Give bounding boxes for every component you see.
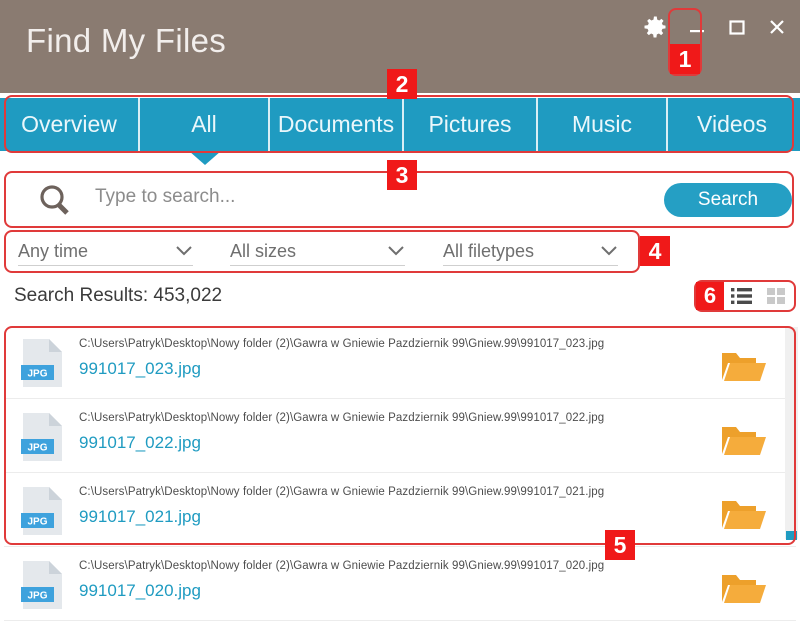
filter-row: Any time All sizes All filetypes <box>0 232 800 272</box>
file-name[interactable]: 991017_023.jpg <box>79 359 669 379</box>
jpg-file-icon: JPG <box>20 486 64 541</box>
tab-label: All <box>191 111 217 137</box>
file-path: C:\Users\Patryk\Desktop\Nowy folder (2)\… <box>79 486 605 498</box>
filter-size-select[interactable]: All sizes <box>230 236 405 266</box>
close-icon[interactable] <box>764 14 790 40</box>
filter-size-value: All sizes <box>230 241 297 261</box>
tab-documents[interactable]: Documents <box>268 98 402 151</box>
gear-icon[interactable] <box>640 12 670 42</box>
svg-text:JPG: JPG <box>27 517 47 528</box>
search-button[interactable]: Search <box>664 183 792 217</box>
row-text: C:\Users\Patryk\Desktop\Nowy folder (2)\… <box>79 338 669 379</box>
view-toggle <box>727 283 792 309</box>
tab-overview[interactable]: Overview <box>0 98 138 151</box>
table-row[interactable]: JPG C:\Users\Patryk\Desktop\Nowy folder … <box>4 473 796 547</box>
table-row[interactable]: JPG C:\Users\Patryk\Desktop\Nowy folder … <box>4 399 796 473</box>
open-folder-icon[interactable] <box>720 569 768 607</box>
file-path: C:\Users\Patryk\Desktop\Nowy folder (2)\… <box>79 338 605 350</box>
filter-filetype-select[interactable]: All filetypes <box>443 236 618 266</box>
svg-text:JPG: JPG <box>27 369 47 380</box>
grid-icon[interactable] <box>762 283 792 309</box>
chevron-down-icon <box>387 244 405 262</box>
app-title: Find My Files <box>26 22 227 59</box>
tab-videos[interactable]: Videos <box>666 98 796 151</box>
tab-label: Overview <box>21 111 117 137</box>
tab-all[interactable]: All <box>138 98 268 151</box>
row-text: C:\Users\Patryk\Desktop\Nowy folder (2)\… <box>79 560 669 601</box>
jpg-file-icon: JPG <box>20 560 64 615</box>
filter-time-select[interactable]: Any time <box>18 236 193 266</box>
tab-bar: Overview All Documents Pictures Music Vi… <box>0 98 800 151</box>
minimize-icon[interactable] <box>684 14 710 40</box>
search-input[interactable] <box>95 186 635 208</box>
results-count-label: Search Results: 453,022 <box>14 285 223 306</box>
filter-time-value: Any time <box>18 241 89 261</box>
search-bar: Search <box>0 172 800 229</box>
tab-pictures[interactable]: Pictures <box>402 98 536 151</box>
svg-text:JPG: JPG <box>27 443 47 454</box>
annotation-badge-6: 6 <box>696 282 724 310</box>
jpg-file-icon: JPG <box>20 338 64 393</box>
filter-filetype-value: All filetypes <box>443 241 535 261</box>
file-name[interactable]: 991017_021.jpg <box>79 507 669 527</box>
row-text: C:\Users\Patryk\Desktop\Nowy folder (2)\… <box>79 486 669 527</box>
chevron-down-icon <box>600 244 618 262</box>
table-row[interactable]: JPG C:\Users\Patryk\Desktop\Nowy folder … <box>4 325 796 399</box>
open-folder-icon[interactable] <box>720 421 768 459</box>
file-path: C:\Users\Patryk\Desktop\Nowy folder (2)\… <box>79 412 605 424</box>
tab-label: Music <box>571 111 633 137</box>
open-folder-icon[interactable] <box>720 495 768 533</box>
window-controls <box>640 12 790 42</box>
jpg-file-icon: JPG <box>20 412 64 467</box>
file-path: C:\Users\Patryk\Desktop\Nowy folder (2)\… <box>79 560 605 572</box>
list-icon[interactable] <box>727 283 757 309</box>
active-tab-indicator <box>189 151 221 165</box>
table-row[interactable]: JPG C:\Users\Patryk\Desktop\Nowy folder … <box>4 547 796 621</box>
title-bar: Find My Files <box>0 0 800 93</box>
file-name[interactable]: 991017_020.jpg <box>79 581 669 601</box>
scrollbar-thumb[interactable] <box>786 531 797 540</box>
tab-label: Documents <box>277 111 395 137</box>
tab-label: Videos <box>697 111 767 137</box>
open-folder-icon[interactable] <box>720 347 768 385</box>
chevron-down-icon <box>175 244 193 262</box>
file-name[interactable]: 991017_022.jpg <box>79 433 669 453</box>
scrollbar-track[interactable] <box>785 327 798 539</box>
tab-music[interactable]: Music <box>536 98 666 151</box>
svg-text:JPG: JPG <box>27 591 47 602</box>
results-list[interactable]: JPG C:\Users\Patryk\Desktop\Nowy folder … <box>4 325 796 638</box>
tab-label: Pictures <box>428 111 512 137</box>
magnifier-icon <box>36 182 74 225</box>
maximize-icon[interactable] <box>724 14 750 40</box>
row-text: C:\Users\Patryk\Desktop\Nowy folder (2)\… <box>79 412 669 453</box>
